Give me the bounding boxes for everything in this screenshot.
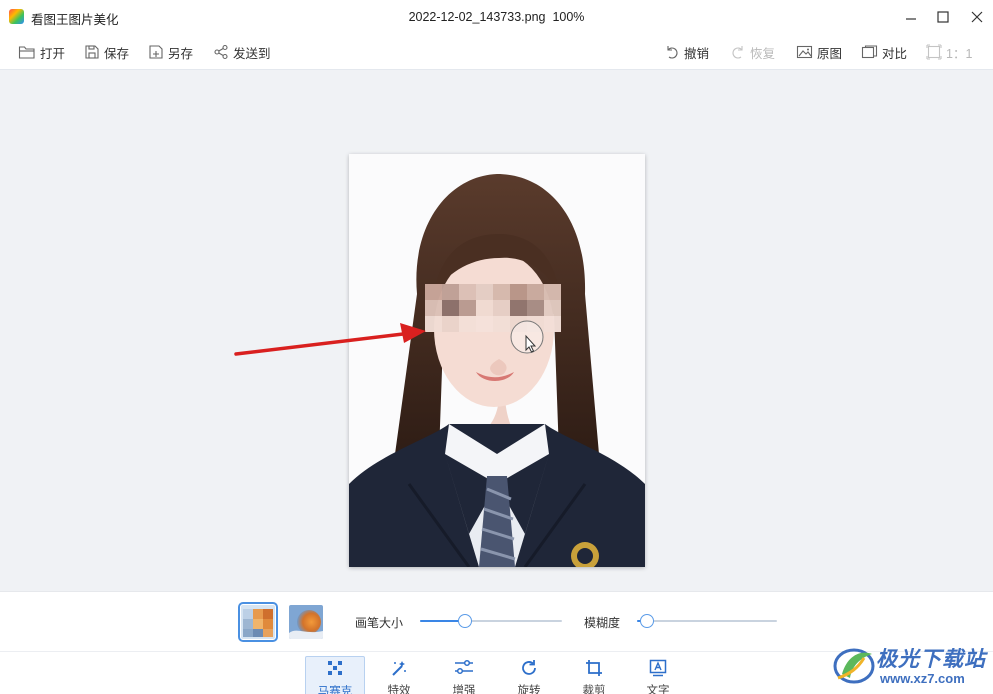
watermark-logo-icon: [833, 648, 875, 684]
undo-button[interactable]: 撤销: [664, 40, 709, 64]
maximize-button[interactable]: [929, 4, 957, 30]
tab-crop-label: 裁剪: [582, 685, 606, 694]
redo-label: 恢复: [750, 46, 776, 61]
blur-handle[interactable]: [639, 614, 654, 628]
save-icon: [85, 45, 99, 59]
open-label: 打开: [40, 46, 66, 61]
actual-size-icon: [926, 44, 942, 60]
original-label: 原图: [817, 46, 843, 61]
pixel-mosaic-icon: [241, 605, 275, 639]
original-button[interactable]: 原图: [796, 40, 842, 64]
save-as-button[interactable]: 另存: [148, 40, 193, 64]
tab-text-label: 文字: [646, 685, 670, 694]
blur-mosaic-icon: [289, 605, 323, 639]
app-name: 看图王图片美化: [31, 13, 119, 27]
folder-open-icon: [18, 46, 35, 59]
blur-slider[interactable]: [637, 614, 777, 628]
rotate-icon: [522, 660, 536, 675]
magic-wand-icon: [392, 661, 406, 676]
actual-size-label: 1：1: [946, 46, 973, 61]
tab-text[interactable]: 文字: [628, 656, 688, 694]
tab-mosaic-label: 马赛克: [317, 686, 353, 694]
minimize-icon: [906, 18, 916, 20]
minimize-button[interactable]: [897, 4, 925, 30]
undo-icon: [667, 46, 678, 59]
compare-icon: [861, 45, 878, 59]
mosaic-icon: [328, 661, 342, 675]
compare-button[interactable]: 对比: [861, 40, 907, 64]
mosaic-style-blur-button[interactable]: [289, 605, 323, 639]
text-icon: [649, 659, 667, 677]
brush-size-label: 画笔大小: [355, 616, 404, 630]
save-as-icon: [149, 45, 163, 59]
mosaic-style-pixel-button[interactable]: [238, 602, 278, 642]
document-title: 2022-12-02_143733.png 100%: [0, 10, 993, 24]
send-to-button[interactable]: 发送到: [213, 40, 271, 64]
watermark-text: 极光下载站: [876, 648, 986, 671]
save-label: 保存: [104, 46, 130, 61]
brush-size-slider[interactable]: [420, 614, 562, 628]
crop-icon: [586, 660, 602, 676]
brush-size-handle[interactable]: [458, 614, 473, 628]
compare-label: 对比: [882, 46, 908, 61]
save-as-label: 另存: [168, 46, 194, 61]
document-filename: 2022-12-02_143733.png: [408, 10, 546, 24]
send-to-label: 发送到: [233, 46, 271, 61]
redo-button[interactable]: 恢复: [730, 40, 775, 64]
image-icon: [796, 45, 813, 59]
app-logo-icon: [9, 9, 24, 24]
open-button[interactable]: 打开: [18, 40, 65, 64]
watermark-url: www.xz7.com: [880, 671, 965, 686]
sliders-icon: [455, 659, 473, 675]
redo-icon: [732, 46, 743, 59]
undo-label: 撤销: [684, 46, 710, 61]
tab-effects[interactable]: 特效: [369, 656, 429, 694]
tab-crop[interactable]: 裁剪: [564, 656, 624, 694]
zoom-level: 100%: [552, 10, 585, 24]
title-bar: 看图王图片美化 2022-12-02_143733.png 100%: [0, 0, 993, 34]
toolbar: 打开 保存 另存 发送到 撤销 恢复 原图 对比 1：1: [0, 34, 993, 70]
save-button[interactable]: 保存: [84, 40, 129, 64]
tab-rotate[interactable]: 旋转: [499, 656, 559, 694]
share-icon: [214, 44, 228, 60]
tab-enhance-label: 增强: [452, 685, 476, 694]
blur-label: 模糊度: [584, 616, 621, 630]
tab-mosaic[interactable]: 马赛克: [305, 656, 365, 694]
tab-enhance[interactable]: 增强: [434, 656, 494, 694]
watermark: 极光下载站 www.xz7.com: [832, 638, 993, 694]
blur-track: [637, 620, 777, 622]
annotation-arrow-icon: [234, 323, 426, 356]
actual-size-button[interactable]: 1：1: [926, 40, 972, 64]
close-icon: [971, 11, 983, 23]
tab-rotate-label: 旋转: [517, 685, 541, 694]
image-canvas[interactable]: [0, 70, 993, 591]
maximize-icon: [937, 11, 949, 23]
close-button[interactable]: [963, 4, 991, 30]
tab-effects-label: 特效: [387, 685, 411, 694]
